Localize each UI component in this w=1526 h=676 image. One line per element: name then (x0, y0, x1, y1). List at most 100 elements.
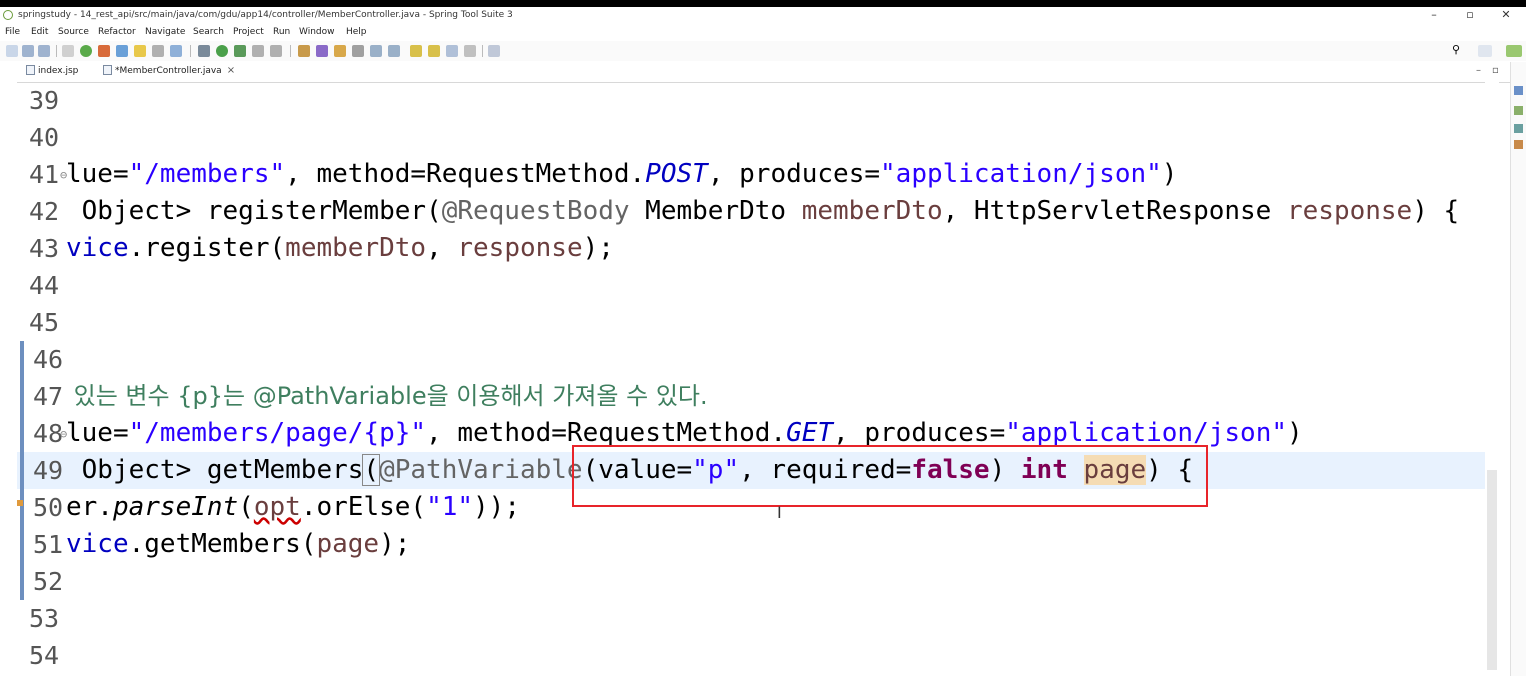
screen-top-edge (0, 0, 1526, 7)
code-line: 53 (17, 600, 1485, 637)
menu-window[interactable]: Window (299, 27, 335, 37)
code-text: Object> registerMember(@RequestBody Memb… (66, 196, 1460, 226)
menu-navigate[interactable]: Navigate (145, 27, 185, 37)
refresh-icon[interactable] (116, 45, 128, 57)
menu-search[interactable]: Search (193, 27, 224, 37)
line-number: 51 (20, 526, 65, 563)
save-icon[interactable] (22, 45, 34, 57)
spring-tool-suite-icon (3, 10, 13, 20)
new-package-icon[interactable] (316, 45, 328, 57)
line-number: 39 (29, 86, 60, 115)
server-start-icon[interactable] (80, 45, 92, 57)
line-number: 48 (20, 415, 65, 452)
code-line: 39 (17, 82, 1485, 119)
title-bar: springstudy - 14_rest_api/src/main/java/… (0, 7, 1526, 24)
code-text: er.parseInt(opt.orElse("1")); (66, 492, 520, 522)
jsp-file-icon (26, 65, 35, 75)
hierarchy-icon[interactable] (1514, 124, 1523, 133)
debug-icon[interactable] (98, 45, 110, 57)
code-line: 40 (17, 119, 1485, 156)
next-annotation-icon[interactable] (370, 45, 382, 57)
minimize-button[interactable]: – (1426, 8, 1442, 22)
minimize-view-icon[interactable]: – (1476, 65, 1481, 76)
code-line: 42 Object> registerMember(@RequestBody M… (17, 193, 1485, 230)
terminal-icon[interactable] (62, 45, 74, 57)
search-icon[interactable]: ⚲ (1452, 43, 1464, 56)
code-line: 41 ⊖ lue="/members", method=RequestMethod.… (17, 156, 1485, 193)
editor-tab-bar: index.jsp *MemberController.java × – ▫ (0, 62, 1526, 83)
line-number: 54 (29, 641, 60, 670)
java-file-icon (103, 65, 112, 75)
bug-icon[interactable] (198, 45, 210, 57)
search-tool-icon[interactable] (352, 45, 364, 57)
code-editor[interactable]: 39 40 41 ⊖ lue="/members", method=RequestM… (17, 82, 1485, 676)
menu-edit[interactable]: Edit (31, 27, 48, 37)
code-line: 52 (17, 563, 1485, 600)
pin-editor-icon[interactable] (488, 45, 500, 57)
main-toolbar: ⚲ (0, 41, 1526, 61)
menu-help[interactable]: Help (346, 27, 367, 37)
maximize-button[interactable]: ▫ (1462, 8, 1478, 22)
tab-index-jsp[interactable]: index.jsp (26, 65, 78, 81)
code-line: 44 (17, 267, 1485, 304)
toolbar-separator (56, 45, 57, 57)
close-window-button[interactable]: ✕ (1498, 8, 1514, 22)
line-number: 52 (20, 563, 65, 600)
forward-icon[interactable] (428, 45, 440, 57)
close-tab-icon[interactable]: × (227, 65, 235, 76)
code-text: vice.register(memberDto, response); (66, 233, 614, 263)
save-all-icon[interactable] (38, 45, 50, 57)
code-comment: 있는 변수 {p}는 @PathVariable을 이용해서 가져올 수 있다. (66, 382, 708, 410)
open-folder-icon[interactable] (334, 45, 346, 57)
spring-perspective-icon[interactable] (1506, 45, 1522, 57)
new-class-icon[interactable] (298, 45, 310, 57)
line-number: 53 (29, 604, 60, 633)
toggle-mark-icon[interactable] (170, 45, 182, 57)
problems-icon[interactable] (1514, 140, 1523, 149)
menu-project[interactable]: Project (233, 27, 264, 37)
back-icon[interactable] (410, 45, 422, 57)
navigate-forward-icon[interactable] (464, 45, 476, 57)
menu-source[interactable]: Source (58, 27, 89, 37)
vertical-scrollbar[interactable] (1485, 82, 1499, 676)
warning-marker-icon[interactable] (17, 500, 23, 506)
left-trim (0, 82, 17, 676)
menu-run[interactable]: Run (273, 27, 290, 37)
toolbar-separator (482, 45, 483, 57)
text-cursor-icon: I (777, 503, 782, 522)
code-line: 46 (17, 341, 1485, 378)
line-number: 40 (29, 123, 60, 152)
line-number: 50 (20, 489, 65, 526)
new-file-icon[interactable] (6, 45, 18, 57)
tab-label: *MemberController.java (115, 66, 222, 76)
code-text: lue="/members", method=RequestMethod.POS… (66, 159, 1178, 189)
maximize-view-icon[interactable]: ▫ (1492, 65, 1499, 76)
open-type-icon[interactable] (152, 45, 164, 57)
external-tools-icon[interactable] (252, 45, 264, 57)
menu-file[interactable]: File (5, 27, 20, 37)
code-line: 43 vice.register(memberDto, response); (17, 230, 1485, 267)
scrollbar-thumb[interactable] (1487, 470, 1497, 670)
line-number: 45 (29, 308, 60, 337)
navigate-back-icon[interactable] (446, 45, 458, 57)
previous-annotation-icon[interactable] (388, 45, 400, 57)
tab-member-controller[interactable]: *MemberController.java × (103, 65, 236, 81)
line-number: 44 (29, 271, 60, 300)
run-icon[interactable] (216, 45, 228, 57)
menu-bar: File Edit Source Refactor Navigate Searc… (0, 24, 1526, 40)
toolbar-separator (190, 45, 191, 57)
outline-icon[interactable] (1514, 86, 1523, 95)
right-trim-toolbar (1510, 62, 1526, 676)
open-perspective-icon[interactable] (1478, 45, 1492, 57)
build-icon[interactable] (270, 45, 282, 57)
coverage-icon[interactable] (234, 45, 246, 57)
menu-refactor[interactable]: Refactor (98, 27, 136, 37)
toolbar-separator (290, 45, 291, 57)
line-number: 42 (29, 197, 60, 226)
highlight-icon[interactable] (134, 45, 146, 57)
line-number: 46 (20, 341, 65, 378)
line-number: 49 (20, 452, 65, 489)
line-number: 43 (29, 234, 60, 263)
tab-label: index.jsp (38, 66, 79, 76)
task-list-icon[interactable] (1514, 106, 1523, 115)
